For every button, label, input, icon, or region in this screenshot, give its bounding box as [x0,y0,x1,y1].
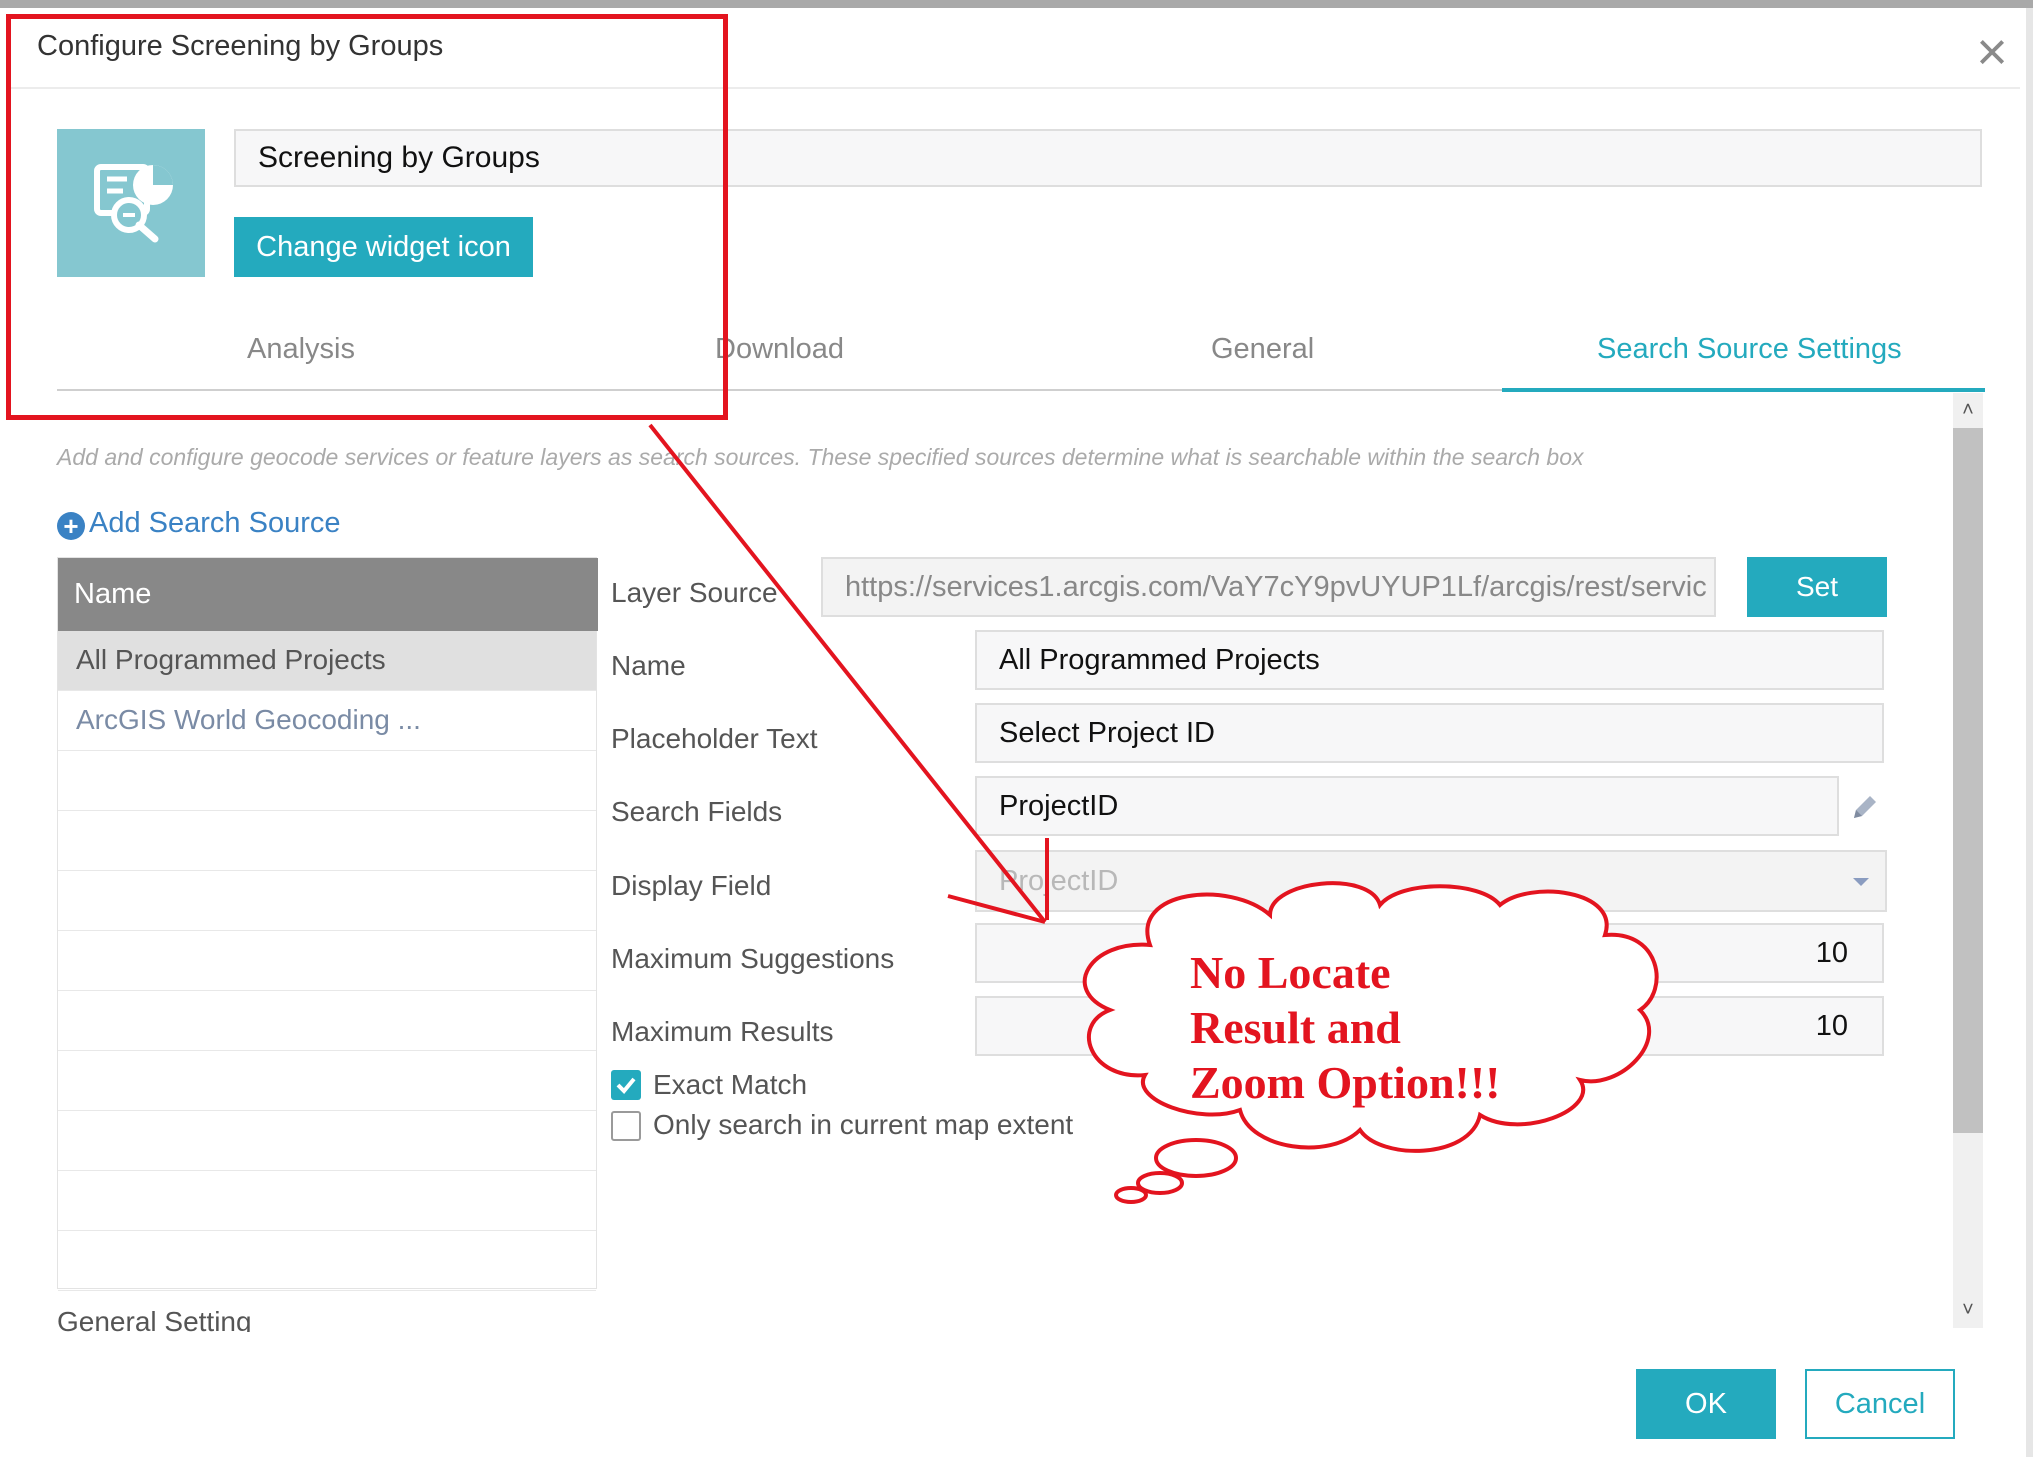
search-fields-label: Search Fields [611,796,783,827]
search-sources-list: Name All Programmed Projects ArcGIS Worl… [57,557,598,1291]
list-item-empty [58,1171,596,1231]
pencil-icon[interactable] [1848,790,1882,824]
annotation-line: No Locate [1190,947,1391,998]
annotation-highlight-box [6,14,728,420]
window-top-bar [0,0,2033,8]
exact-match-label: Exact Match [653,1069,808,1100]
current-extent-checkbox[interactable] [611,1111,641,1141]
layer-source-input[interactable]: https://services1.arcgis.com/VaY7cY9pvUY… [821,557,1716,617]
window-right-edge [2026,8,2033,1457]
maximum-suggestions-label: Maximum Suggestions [611,943,895,974]
annotation-text: No Locate Result and Zoom Option!!! [1190,945,1501,1110]
list-item-empty [58,1051,596,1111]
tab-active-indicator [1502,388,1985,392]
tab-download[interactable]: Download [715,333,844,366]
description-text: Add and configure geocode services or fe… [57,444,1584,470]
layer-source-label: Layer Source [611,577,778,608]
list-item-empty [58,751,596,811]
scroll-up-icon[interactable]: ˄ [1953,395,1983,425]
tab-search-source-settings[interactable]: Search Source Settings [1597,333,1902,366]
name-label: Name [611,650,686,681]
search-fields-input[interactable]: ProjectID [975,776,1839,836]
list-item-empty [58,931,596,991]
list-item-empty [58,991,596,1051]
list-item-empty [58,1111,596,1171]
set-button[interactable]: Set [1747,557,1887,617]
display-field-label: Display Field [611,870,772,901]
display-field-value: ProjectID [999,865,1119,897]
chevron-down-icon [1853,878,1869,886]
list-item[interactable]: All Programmed Projects [58,631,596,691]
annotation-line: Zoom Option!!! [1190,1057,1501,1108]
list-item-empty [58,811,596,871]
add-search-source-label: Add Search Source [89,507,341,539]
annotation-line: Result and [1190,1002,1401,1053]
list-header: Name [58,558,598,631]
current-extent-label: Only search in current map extent [653,1109,1074,1140]
list-item-empty [58,871,596,931]
scrollbar-thumb[interactable] [1953,428,1983,1133]
close-icon[interactable]: × [1962,22,2022,82]
maximum-results-label: Maximum Results [611,1016,834,1047]
tab-general[interactable]: General [1211,333,1314,366]
exact-match-checkbox[interactable] [611,1070,641,1100]
cancel-button[interactable]: Cancel [1805,1369,1955,1439]
placeholder-text-input[interactable]: Select Project ID [975,703,1884,763]
display-field-select[interactable]: ProjectID [975,850,1887,912]
ok-button[interactable]: OK [1636,1369,1776,1439]
list-item[interactable]: ArcGIS World Geocoding ... [58,691,596,751]
plus-circle-icon: + [57,512,85,540]
general-setting-heading: General Setting [57,1306,252,1332]
scroll-down-icon[interactable]: ˅ [1953,1295,1983,1325]
add-search-source-link[interactable]: + Add Search Source [57,507,340,540]
source-name-input[interactable]: All Programmed Projects [975,630,1884,690]
list-item-empty [58,1231,596,1291]
placeholder-text-label: Placeholder Text [611,723,818,754]
